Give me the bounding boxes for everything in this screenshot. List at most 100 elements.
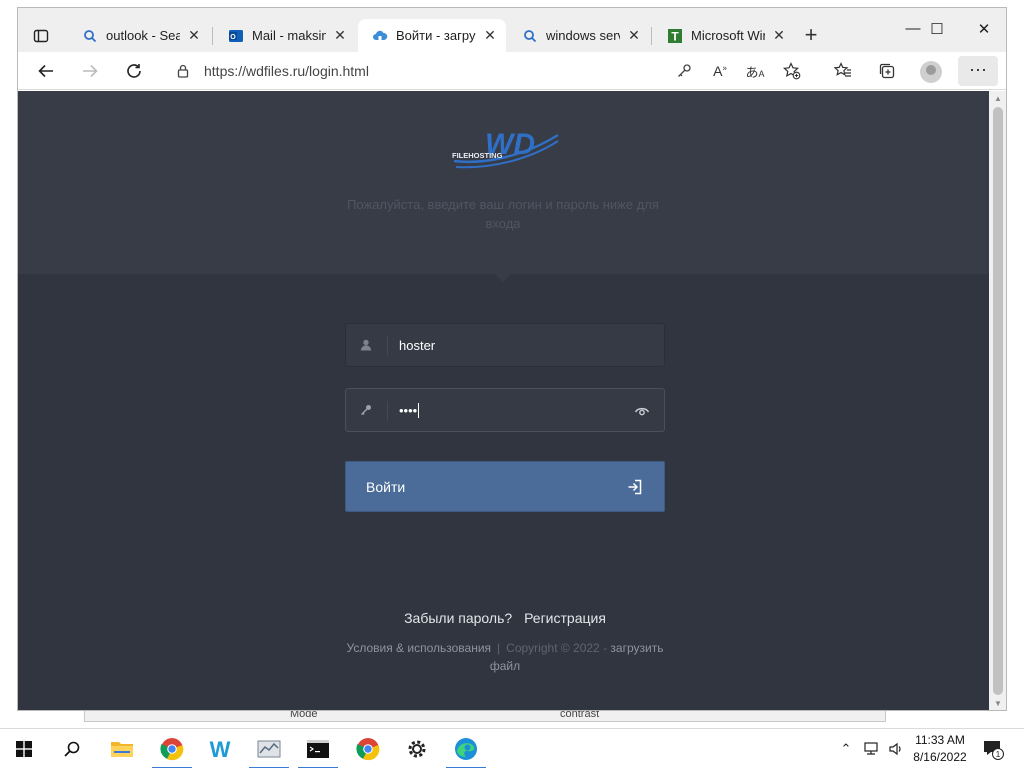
scrollbar-thumb[interactable] xyxy=(993,107,1003,695)
lock-icon[interactable] xyxy=(172,64,194,78)
clock-time: 11:33 AM xyxy=(915,733,965,747)
forgot-password-link[interactable]: Забыли пароль? xyxy=(404,610,512,626)
clock-date: 8/16/2022 xyxy=(913,750,967,764)
translate-button[interactable]: あA xyxy=(740,58,770,84)
taskbar-chrome[interactable] xyxy=(148,729,196,768)
taskbar-server-manager[interactable] xyxy=(245,729,293,768)
windows-logo-icon xyxy=(16,741,32,757)
login-button[interactable]: Войти xyxy=(345,461,665,512)
scroll-down-arrow[interactable]: ▼ xyxy=(989,697,1006,710)
network-status[interactable] xyxy=(860,729,884,768)
tab-title: Microsoft Windows xyxy=(691,28,765,43)
volume-button[interactable] xyxy=(886,729,906,768)
tab-divider xyxy=(212,27,213,45)
wd-filehosting-logo[interactable]: WD FILEHOSTING xyxy=(446,127,562,177)
page-scrollbar[interactable]: ▲ ▼ xyxy=(989,91,1006,710)
browser-window: outlook - Search ✕ O Mail - maksim ✕ Вой… xyxy=(17,7,1007,711)
forward-arrow-icon xyxy=(83,64,98,78)
edge-icon xyxy=(455,738,477,760)
read-aloud-icon: A» xyxy=(713,63,727,79)
header-caret xyxy=(495,274,511,282)
page-viewport: WD FILEHOSTING Пожалуйста, введите ваш л… xyxy=(18,91,989,710)
login-button-label: Войти xyxy=(366,479,406,495)
scroll-up-arrow[interactable]: ▲ xyxy=(989,92,1006,106)
password-key-button[interactable] xyxy=(669,58,699,84)
taskbar-settings[interactable] xyxy=(393,729,441,768)
close-window-button[interactable]: ✕ xyxy=(961,20,1006,44)
chrome-icon xyxy=(356,738,380,761)
start-button[interactable] xyxy=(0,729,48,768)
tab-bar: outlook - Search ✕ O Mail - maksim ✕ Вой… xyxy=(18,8,1006,52)
maximize-button[interactable]: ☐ xyxy=(914,20,960,44)
new-tab-button[interactable]: + xyxy=(798,24,824,48)
taskbar-chrome-2[interactable] xyxy=(344,729,392,768)
user-icon xyxy=(346,324,386,366)
read-aloud-button[interactable]: A» xyxy=(705,58,735,84)
footer-separator: | xyxy=(497,641,501,655)
favorites-button[interactable] xyxy=(828,58,858,84)
refresh-icon xyxy=(127,64,141,78)
w-app-icon: W xyxy=(210,738,231,760)
taskbar-command-prompt[interactable] xyxy=(294,729,342,768)
tab-actions-icon xyxy=(33,29,49,43)
terms-link[interactable]: Условия & использования xyxy=(347,641,492,655)
settings-more-button[interactable]: ··· xyxy=(958,56,998,86)
taskbar-search-button[interactable] xyxy=(48,729,96,768)
collections-icon xyxy=(879,63,895,79)
key-icon xyxy=(678,64,691,77)
close-icon[interactable]: ✕ xyxy=(626,27,642,44)
tab-windows-server[interactable]: windows server ✕ xyxy=(508,19,650,52)
tab-microsoft-windows[interactable]: T Microsoft Windows ✕ xyxy=(653,19,795,52)
sign-in-icon xyxy=(626,478,644,496)
profile-avatar[interactable] xyxy=(920,61,942,83)
svg-text:1: 1 xyxy=(996,750,1001,759)
search-icon xyxy=(522,28,538,44)
page-footer: Условия & использования | Copyright © 2022… xyxy=(338,639,672,675)
notification-icon: 1 xyxy=(984,741,1004,760)
close-icon[interactable]: ✕ xyxy=(771,27,787,44)
outlook-icon: O xyxy=(228,28,244,44)
refresh-button[interactable] xyxy=(119,58,149,84)
close-icon[interactable]: ✕ xyxy=(186,27,202,44)
system-clock[interactable]: 11:33 AM 8/16/2022 xyxy=(908,732,972,766)
tab-mail[interactable]: O Mail - maksim ✕ xyxy=(214,19,356,52)
taskbar-edge[interactable] xyxy=(442,729,490,768)
register-link[interactable]: Регистрация xyxy=(524,610,606,626)
search-icon xyxy=(82,28,98,44)
favorites-list-icon xyxy=(834,62,851,77)
svg-text:O: O xyxy=(230,34,236,41)
tab-actions-button[interactable] xyxy=(28,24,54,48)
tab-title: windows server xyxy=(546,28,620,43)
tab-title: Войти - загрузить xyxy=(396,28,476,43)
tab-title: Mail - maksim xyxy=(252,28,326,43)
search-icon xyxy=(64,741,80,757)
close-icon[interactable]: ✕ xyxy=(332,27,348,44)
forward-button[interactable] xyxy=(75,58,105,84)
collections-button[interactable] xyxy=(872,58,902,84)
show-password-eye-icon[interactable] xyxy=(634,403,650,419)
tab-login[interactable]: Войти - загрузить ✕ xyxy=(358,19,506,52)
terminal-icon xyxy=(307,740,329,758)
password-masked-value: •••• xyxy=(399,403,420,418)
username-field[interactable]: hoster xyxy=(345,323,665,367)
tab-outlook-search[interactable]: outlook - Search ✕ xyxy=(68,19,210,52)
close-icon[interactable]: ✕ xyxy=(482,27,498,44)
star-add-icon xyxy=(783,62,801,80)
text-caret xyxy=(418,403,420,418)
more-icon: ··· xyxy=(969,59,987,79)
field-divider xyxy=(387,336,388,356)
action-center-button[interactable]: 1 xyxy=(982,738,1004,760)
taskbar: W ⌃ 11:33 AM 8/16/2022 1 xyxy=(0,728,1024,768)
username-value: hoster xyxy=(399,338,436,353)
password-field[interactable]: •••• xyxy=(345,388,665,432)
add-favorite-button[interactable] xyxy=(777,58,807,84)
show-hidden-icons-button[interactable]: ⌃ xyxy=(836,729,856,768)
gear-icon xyxy=(408,740,426,758)
svg-text:W: W xyxy=(210,738,231,760)
taskbar-w-app[interactable]: W xyxy=(196,729,244,768)
back-arrow-icon xyxy=(38,64,53,78)
key-icon xyxy=(346,389,386,431)
speaker-icon xyxy=(889,742,901,756)
taskbar-file-explorer[interactable] xyxy=(98,729,146,768)
back-button[interactable] xyxy=(31,58,61,84)
